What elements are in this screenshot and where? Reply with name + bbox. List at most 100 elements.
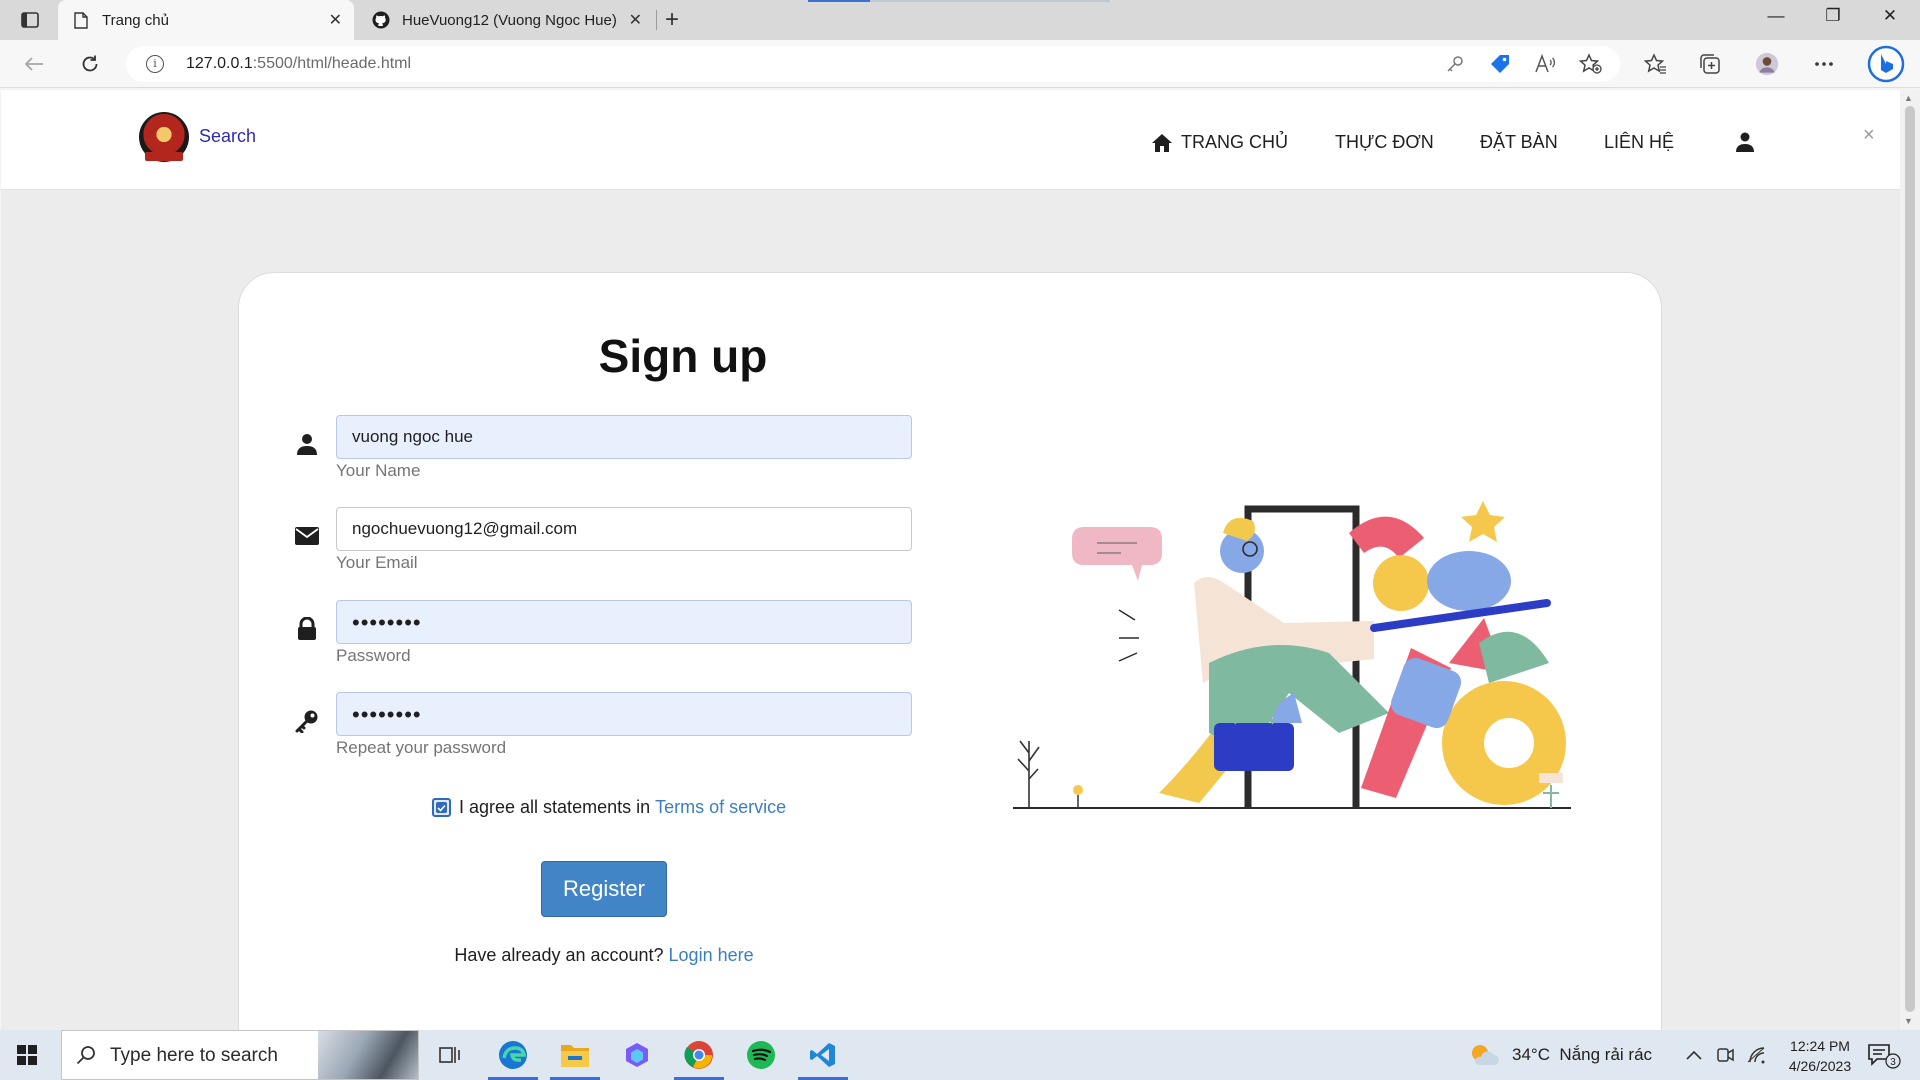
page-scrollbar[interactable]: ▲ ▼ [1900,90,1920,1030]
bing-chat-icon[interactable] [1866,44,1906,84]
email-label: Your Email [336,553,418,572]
search-placeholder: Type here to search [110,1045,278,1066]
copilot-app-icon[interactable] [612,1030,662,1080]
spotify-app-icon[interactable] [736,1030,786,1080]
read-aloud-icon[interactable] [1533,52,1557,76]
page-title: Sign up [598,330,768,382]
key-icon [294,708,320,734]
home-icon [1152,133,1172,152]
nav-booking[interactable]: ĐẶT BÀN [1480,132,1558,153]
page-viewport: Search TRANG CHỦ THỰC ĐƠN ĐẶT BÀN LIÊN H… [1,90,1900,1030]
more-options-icon[interactable] [1812,52,1836,76]
password-field-group: •••••••• Password [294,600,914,680]
login-prompt-text: Have already an account? [454,945,669,965]
tab-title: HueVuong12 (Vuong Ngoc Hue) [402,11,617,29]
back-icon[interactable] [21,51,47,77]
lock-icon [294,616,320,642]
meet-now-icon[interactable] [1716,1030,1734,1080]
loading-indicator [808,0,870,2]
email-input[interactable] [336,507,912,551]
tab-close-icon[interactable]: ✕ [629,10,642,30]
browser-tab-bar: Trang chủ ✕ HueVuong12 (Vuong Ngoc Hue) … [0,0,1920,40]
browser-toolbar: i 127.0.0.1:5500/html/heade.html [0,40,1920,88]
favorites-icon[interactable] [1643,52,1667,76]
minimize-button[interactable]: — [1753,6,1799,26]
repeat-password-label: Repeat your password [336,738,507,757]
envelope-icon [294,523,320,549]
github-icon [372,11,390,29]
tab-actions-icon[interactable] [18,8,42,32]
signup-card: Sign up Your Name Your Email •••••••• Pa… [238,272,1662,1030]
page-icon [72,11,90,29]
brand-search-link[interactable]: Search [199,126,256,147]
scroll-down-icon[interactable]: ▼ [1904,1016,1913,1026]
restore-button[interactable]: ❐ [1810,6,1856,26]
repeat-password-field-group: •••••••• Repeat your password [294,692,914,772]
site-header: Search TRANG CHỦ THỰC ĐƠN ĐẶT BÀN LIÊN H… [1,90,1900,190]
tab-github[interactable]: HueVuong12 (Vuong Ngoc Hue) ✕ [358,0,654,40]
windows-taskbar: Type here to search 34°C Nắng rải rác 12… [0,1030,1920,1080]
repeat-password-input[interactable]: •••••••• [336,692,912,736]
register-button[interactable]: Register [541,861,667,917]
password-label: Password [336,646,411,665]
site-logo[interactable] [139,112,189,162]
show-hidden-icons[interactable] [1686,1030,1702,1080]
scroll-up-icon[interactable]: ▲ [1904,93,1913,103]
nav-booking-label: ĐẶT BÀN [1480,132,1558,152]
scroll-thumb[interactable] [1905,106,1915,1012]
terms-of-service-link[interactable]: Terms of service [655,797,786,818]
close-window-button[interactable]: ✕ [1867,6,1913,26]
email-field-group: Your Email [294,507,914,587]
weather-text: 34°C Nắng rải rác [1512,1045,1653,1064]
collections-icon[interactable] [1698,52,1722,76]
notification-count: 3 [1890,1057,1896,1068]
nav-home[interactable]: TRANG CHỦ [1151,132,1288,153]
agree-text: I agree all statements in [459,797,656,817]
signup-illustration [1013,501,1571,809]
nav-contact-label: LIÊN HỆ [1604,132,1675,152]
add-favorite-icon[interactable] [1579,52,1603,76]
site-info-icon[interactable]: i [146,55,164,73]
address-bar[interactable]: i 127.0.0.1:5500/html/heade.html [126,46,1620,82]
search-icon [76,1045,96,1070]
check-icon [436,802,447,813]
tab-trang-chu[interactable]: Trang chủ ✕ [58,0,354,40]
refresh-icon[interactable] [77,51,103,77]
password-input[interactable]: •••••••• [336,600,912,644]
nav-contact[interactable]: LIÊN HỆ [1604,132,1674,153]
url-text: 127.0.0.1:5500/html/heade.html [186,55,412,72]
tab-title: Trang chủ [102,11,169,29]
chrome-app-icon[interactable] [674,1030,724,1080]
nav-menu[interactable]: THỰC ĐƠN [1335,132,1434,153]
password-key-icon[interactable] [1443,52,1467,76]
tab-separator [656,10,657,30]
weather-icon [1472,1045,1499,1065]
name-input[interactable] [336,415,912,459]
name-label: Your Name [336,461,421,480]
file-explorer-icon[interactable] [550,1030,600,1080]
task-view-icon[interactable] [425,1030,475,1080]
login-here-link[interactable]: Login here [669,945,754,965]
search-highlight-image [318,1031,418,1079]
weather-widget[interactable]: 34°C Nắng rải rác [1468,1030,1652,1080]
clock-date: 4/26/2023 [1788,1058,1852,1074]
edge-app-icon[interactable] [488,1030,538,1080]
user-icon [294,431,320,457]
vscode-app-icon[interactable] [798,1030,848,1080]
agree-checkbox[interactable] [432,798,451,817]
name-field-group: Your Name [294,415,914,495]
notification-center-icon[interactable]: 3 [1867,1043,1901,1074]
wifi-icon[interactable] [1746,1030,1766,1080]
close-icon[interactable]: × [1863,124,1875,147]
taskbar-search-input[interactable]: Type here to search [61,1030,419,1080]
login-prompt: Have already an account? Login here [239,945,969,966]
clock-time: 12:24 PM [1790,1038,1850,1054]
profile-avatar[interactable] [1755,52,1779,76]
user-account-icon[interactable] [1736,132,1754,157]
windows-start-icon[interactable] [17,1045,37,1065]
shopping-tag-icon[interactable] [1488,52,1512,76]
tab-close-icon[interactable]: ✕ [329,10,342,30]
terms-agreement: I agree all statements in Terms of servi… [432,797,786,818]
system-clock[interactable]: 12:24 PM 4/26/2023 [1775,1036,1865,1076]
new-tab-button[interactable]: + [665,8,679,32]
